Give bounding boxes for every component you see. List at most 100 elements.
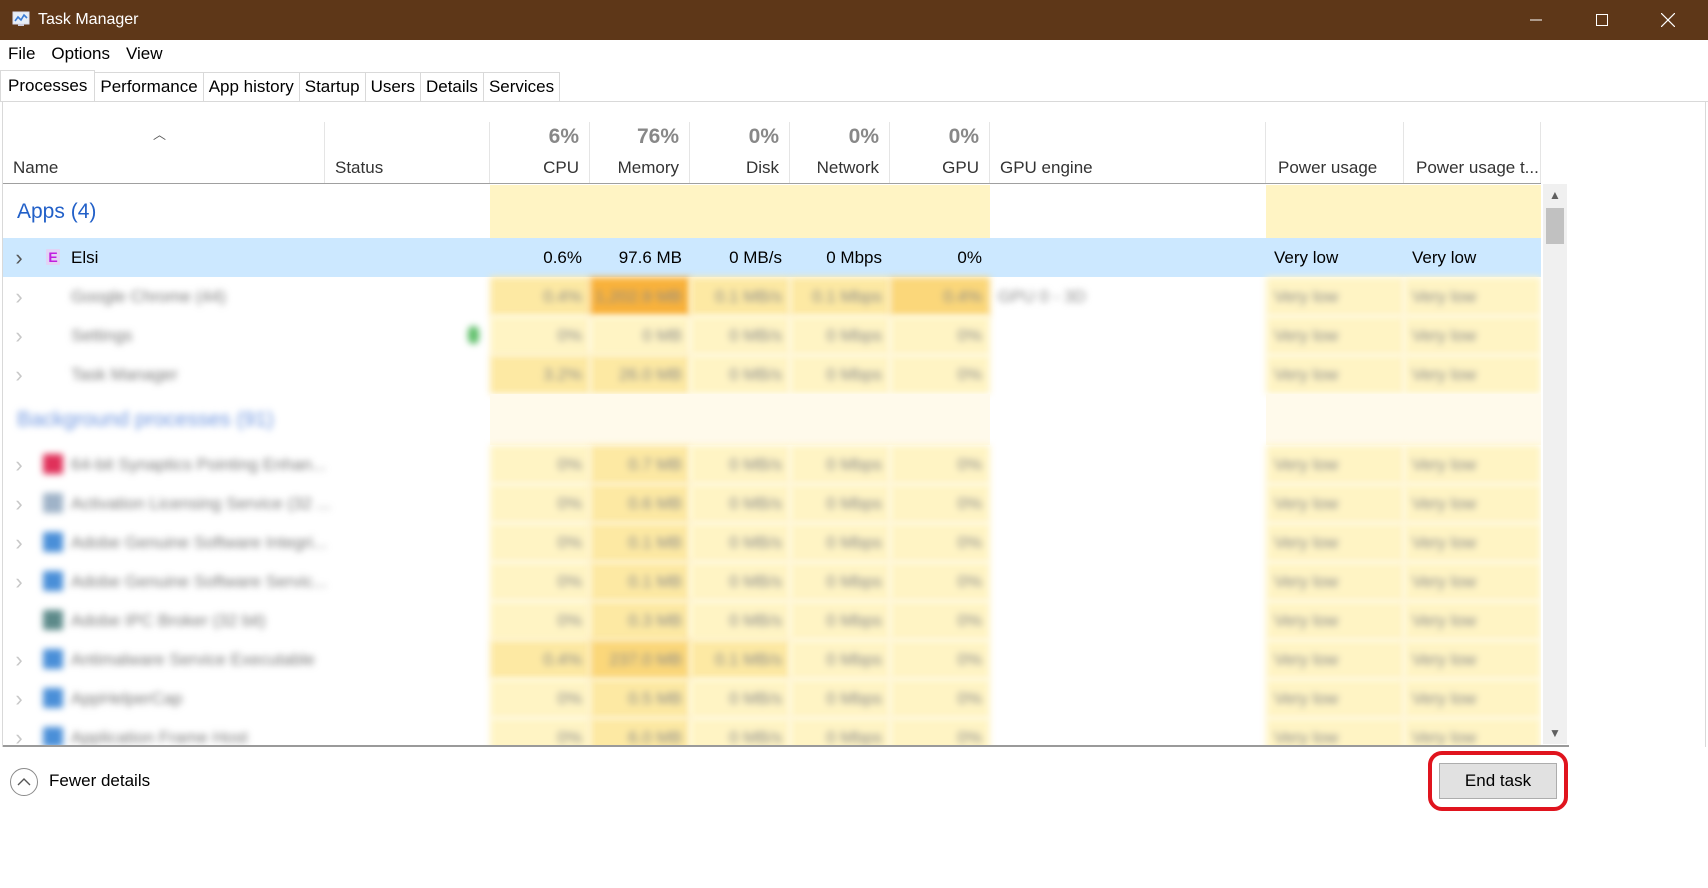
table-row[interactable]: 0% 0.3 MB 0 MB/s 0 Mbps 0% Very low Very low Ad… bbox=[3, 601, 1541, 640]
process-icon bbox=[43, 688, 63, 708]
table-row[interactable]: 0% 0.6 MB 0 MB/s 0 Mbps 0% Very low Very low › A… bbox=[3, 484, 1541, 523]
chevron-right-icon[interactable]: › bbox=[12, 238, 26, 277]
gpu-engine-cell bbox=[990, 316, 1266, 355]
table-row[interactable]: 0% 0.7 MB 0 MB/s 0 Mbps 0% Very low Very low › 6… bbox=[3, 445, 1541, 484]
cpu-cell: 0% bbox=[490, 523, 590, 562]
process-name: Settings bbox=[71, 326, 133, 345]
chevron-right-icon[interactable]: › bbox=[12, 316, 26, 355]
gpu-cell: 0% bbox=[890, 679, 990, 718]
fewer-details-link[interactable]: Fewer details bbox=[49, 771, 150, 791]
cpu-cell: 0% bbox=[490, 679, 590, 718]
column-status[interactable]: Status bbox=[325, 122, 490, 184]
network-cell: 0.1 Mbps bbox=[790, 277, 890, 316]
table-row[interactable]: 0% 0.5 MB 0 MB/s 0 Mbps 0% Very low Very low › A… bbox=[3, 679, 1541, 718]
power-trend-cell: Very low bbox=[1404, 640, 1541, 679]
process-name: 64-bit Synaptics Pointing Enhan... bbox=[71, 455, 327, 474]
table-row[interactable]: 0.6% 97.6 MB 0 MB/s 0 Mbps 0% Very low Very lo… bbox=[3, 238, 1541, 277]
column-memory[interactable]: 76% Memory bbox=[590, 122, 690, 184]
power-usage-cell: Very low bbox=[1266, 718, 1404, 745]
chevron-right-icon[interactable]: › bbox=[12, 277, 26, 316]
background-group-header: Background processes (91) bbox=[3, 394, 1541, 445]
heat-cell bbox=[790, 185, 890, 238]
network-cell: 0 Mbps bbox=[790, 484, 890, 523]
gpu-engine-cell bbox=[990, 523, 1266, 562]
tab-services[interactable]: Services bbox=[482, 72, 561, 102]
heat-cell bbox=[1266, 394, 1404, 445]
gpu-cell: 0.4% bbox=[890, 277, 990, 316]
chevron-right-icon[interactable]: › bbox=[12, 679, 26, 718]
column-name[interactable]: ︿ Name bbox=[3, 122, 325, 184]
scroll-down-icon[interactable]: ▼ bbox=[1543, 722, 1567, 744]
network-cell: 0 Mbps bbox=[790, 718, 890, 745]
chevron-right-icon[interactable]: › bbox=[12, 445, 26, 484]
scroll-thumb[interactable] bbox=[1546, 208, 1564, 244]
cpu-cell: 0% bbox=[490, 484, 590, 523]
power-trend-cell: Very low bbox=[1404, 445, 1541, 484]
memory-cell: 0.5 MB bbox=[590, 679, 690, 718]
gpu-cell: 0% bbox=[890, 355, 990, 394]
header-divider bbox=[3, 183, 1541, 184]
table-row[interactable]: 0% 6.0 MB 0 MB/s 0 Mbps 0% Very low Very low › A… bbox=[3, 718, 1541, 745]
table-row[interactable]: 0% 0.1 MB 0 MB/s 0 Mbps 0% Very low Very low › A… bbox=[3, 562, 1541, 601]
power-usage-cell: Very low bbox=[1266, 445, 1404, 484]
tab-users[interactable]: Users bbox=[364, 72, 421, 102]
tab-processes[interactable]: Processes bbox=[0, 70, 96, 102]
table-row[interactable]: 0% 0.1 MB 0 MB/s 0 Mbps 0% Very low Very low › A… bbox=[3, 523, 1541, 562]
disk-cell: 0 MB/s bbox=[690, 238, 790, 277]
tab-startup[interactable]: Startup bbox=[298, 72, 366, 102]
table-row[interactable]: 3.2% 26.0 MB 0 MB/s 0 Mbps 0% Very low Very lo… bbox=[3, 355, 1541, 394]
process-list: Apps (4) 0.6% 97.6 MB 0 MB/s 0 Mbps 0% Very lo… bbox=[3, 185, 1541, 745]
background-group-title: Background processes (91) bbox=[17, 408, 274, 431]
process-name: Google Chrome (44) bbox=[71, 287, 226, 306]
gpu-engine-cell bbox=[990, 640, 1266, 679]
heat-cell bbox=[1404, 185, 1541, 238]
disk-cell: 0 MB/s bbox=[690, 562, 790, 601]
memory-cell: 1,202.9 MB bbox=[590, 277, 690, 316]
close-button[interactable] bbox=[1635, 0, 1701, 40]
maximize-button[interactable] bbox=[1569, 0, 1635, 40]
window-title: Task Manager bbox=[38, 11, 139, 28]
tab-performance[interactable]: Performance bbox=[94, 72, 204, 102]
process-icon bbox=[43, 649, 63, 669]
table-row[interactable]: 0.4% 237.0 MB 0.1 MB/s 0 Mbps 0% Very low Very… bbox=[3, 640, 1541, 679]
end-task-button[interactable]: End task bbox=[1439, 763, 1557, 799]
tab-app-history[interactable]: App history bbox=[202, 72, 300, 102]
column-network[interactable]: 0% Network bbox=[790, 122, 890, 184]
column-power-usage[interactable]: Power usage bbox=[1266, 122, 1404, 184]
power-trend-cell: Very low bbox=[1404, 523, 1541, 562]
column-power-usage-trend[interactable]: Power usage t... bbox=[1404, 122, 1541, 184]
minimize-icon bbox=[1530, 19, 1542, 21]
memory-cell: 0.1 MB bbox=[590, 562, 690, 601]
power-usage-cell: Very low bbox=[1266, 277, 1404, 316]
cpu-cell: 0% bbox=[490, 562, 590, 601]
heat-cell bbox=[690, 394, 790, 445]
chevron-up-icon[interactable] bbox=[10, 768, 38, 796]
chevron-right-icon[interactable]: › bbox=[12, 355, 26, 394]
menu-file[interactable]: File bbox=[0, 40, 43, 68]
close-icon bbox=[1661, 13, 1675, 27]
minimize-button[interactable] bbox=[1503, 0, 1569, 40]
chevron-right-icon[interactable]: › bbox=[12, 718, 26, 746]
chevron-right-icon[interactable]: › bbox=[12, 640, 26, 679]
vertical-scrollbar[interactable]: ▲ ▼ bbox=[1543, 184, 1567, 744]
disk-cell: 0 MB/s bbox=[690, 355, 790, 394]
chevron-right-icon[interactable]: › bbox=[12, 562, 26, 601]
table-row[interactable]: 0.4% 1,202.9 MB 0.1 MB/s 0.1 Mbps 0.4% GPU 0 … bbox=[3, 277, 1541, 316]
power-trend-cell: Very low bbox=[1404, 238, 1541, 277]
gpu-cell: 0% bbox=[890, 523, 990, 562]
menu-options[interactable]: Options bbox=[43, 40, 118, 68]
gpu-cell: 0% bbox=[890, 238, 990, 277]
svg-text:E: E bbox=[48, 249, 57, 265]
memory-cell: 97.6 MB bbox=[590, 238, 690, 277]
column-disk[interactable]: 0% Disk bbox=[690, 122, 790, 184]
table-row[interactable]: 0% 0 MB 0 MB/s 0 Mbps 0% Very low Very low › Set… bbox=[3, 316, 1541, 355]
column-gpu[interactable]: 0% GPU bbox=[890, 122, 990, 184]
column-gpu-engine[interactable]: GPU engine bbox=[990, 122, 1266, 184]
tab-details[interactable]: Details bbox=[419, 72, 484, 102]
column-cpu[interactable]: 6% CPU bbox=[490, 122, 590, 184]
scroll-up-icon[interactable]: ▲ bbox=[1543, 184, 1567, 206]
chevron-right-icon[interactable]: › bbox=[12, 523, 26, 562]
chevron-right-icon[interactable]: › bbox=[12, 484, 26, 523]
menu-view[interactable]: View bbox=[118, 40, 171, 68]
process-name: Adobe Genuine Software Integri... bbox=[71, 533, 328, 552]
